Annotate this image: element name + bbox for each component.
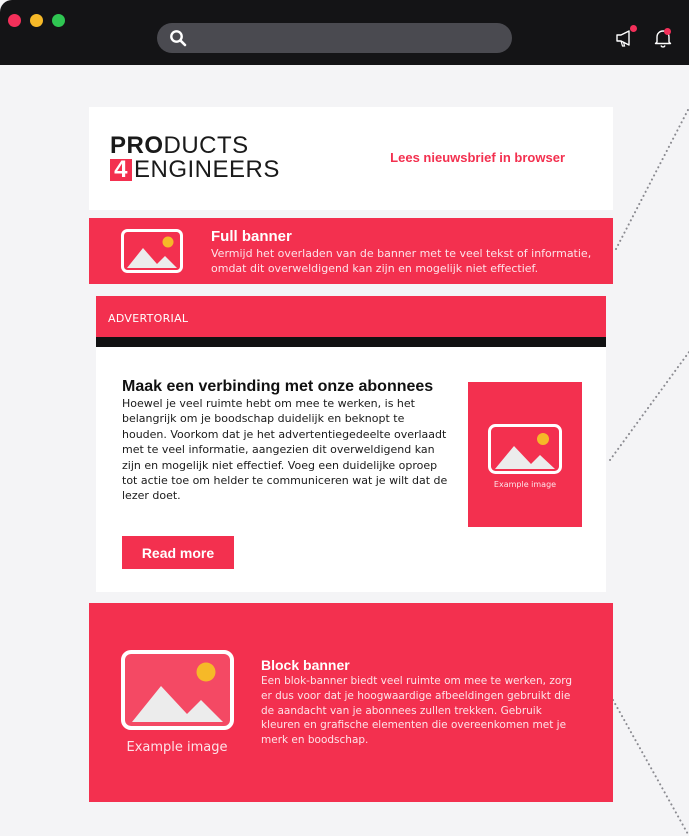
image-placeholder-icon xyxy=(488,424,562,474)
block-banner-title: Block banner xyxy=(261,657,350,673)
logo-text-bold: PRO xyxy=(110,132,164,159)
maximize-window-button[interactable] xyxy=(52,14,65,27)
callout-line-block-banner xyxy=(612,699,689,836)
advertorial-divider xyxy=(96,337,606,347)
read-more-button[interactable]: Read more xyxy=(122,536,234,569)
close-window-button[interactable] xyxy=(8,14,21,27)
logo-line-engineers: 4 ENGINEERS xyxy=(110,158,330,182)
advertorial-label: ADVERTORIAL xyxy=(96,296,606,337)
newsletter-header: PRODUCTS 4 ENGINEERS Lees nieuwsbrief in … xyxy=(89,107,613,210)
megaphone-notification-dot xyxy=(630,25,637,32)
view-in-browser-link[interactable]: Lees nieuwsbrief in browser xyxy=(390,150,565,165)
bell-icon[interactable] xyxy=(651,26,675,50)
image-placeholder-icon xyxy=(121,229,183,273)
search-icon xyxy=(170,30,187,47)
full-banner[interactable]: Full banner Vermijd het overladen van de… xyxy=(89,218,613,284)
minimize-window-button[interactable] xyxy=(30,14,43,27)
full-banner-title: Full banner xyxy=(211,228,292,245)
callout-line-advertorial xyxy=(609,351,689,461)
logo-number-badge: 4 xyxy=(110,158,132,182)
advertorial-section: ADVERTORIAL Maak een verbinding met onze… xyxy=(96,296,606,592)
block-banner-image-caption: Example image xyxy=(126,740,228,755)
block-banner[interactable]: Example image Block banner Een blok-bann… xyxy=(89,603,613,802)
image-placeholder-icon xyxy=(121,650,234,730)
advertorial-image[interactable]: Example image xyxy=(468,382,582,527)
advertorial-body: Hoewel je veel ruimte hebt om mee te wer… xyxy=(122,397,448,503)
logo-line-products: PRODUCTS xyxy=(110,134,330,158)
advertorial-image-caption: Example image xyxy=(493,480,557,489)
logo-text-engineers: ENGINEERS xyxy=(134,156,280,183)
full-banner-description: Vermijd het overladen van de banner met … xyxy=(211,247,592,275)
callout-line-full-banner xyxy=(615,107,689,250)
logo-text-thin: DUCTS xyxy=(163,132,249,159)
window-top-bar xyxy=(0,0,689,65)
search-bar[interactable] xyxy=(157,23,512,53)
bell-notification-dot xyxy=(664,28,671,35)
brand-logo[interactable]: PRODUCTS 4 ENGINEERS xyxy=(110,134,330,182)
advertorial-title: Maak een verbinding met onze abonnees xyxy=(122,378,434,395)
block-banner-description: Een blok-banner biedt veel ruimte om mee… xyxy=(261,675,573,747)
